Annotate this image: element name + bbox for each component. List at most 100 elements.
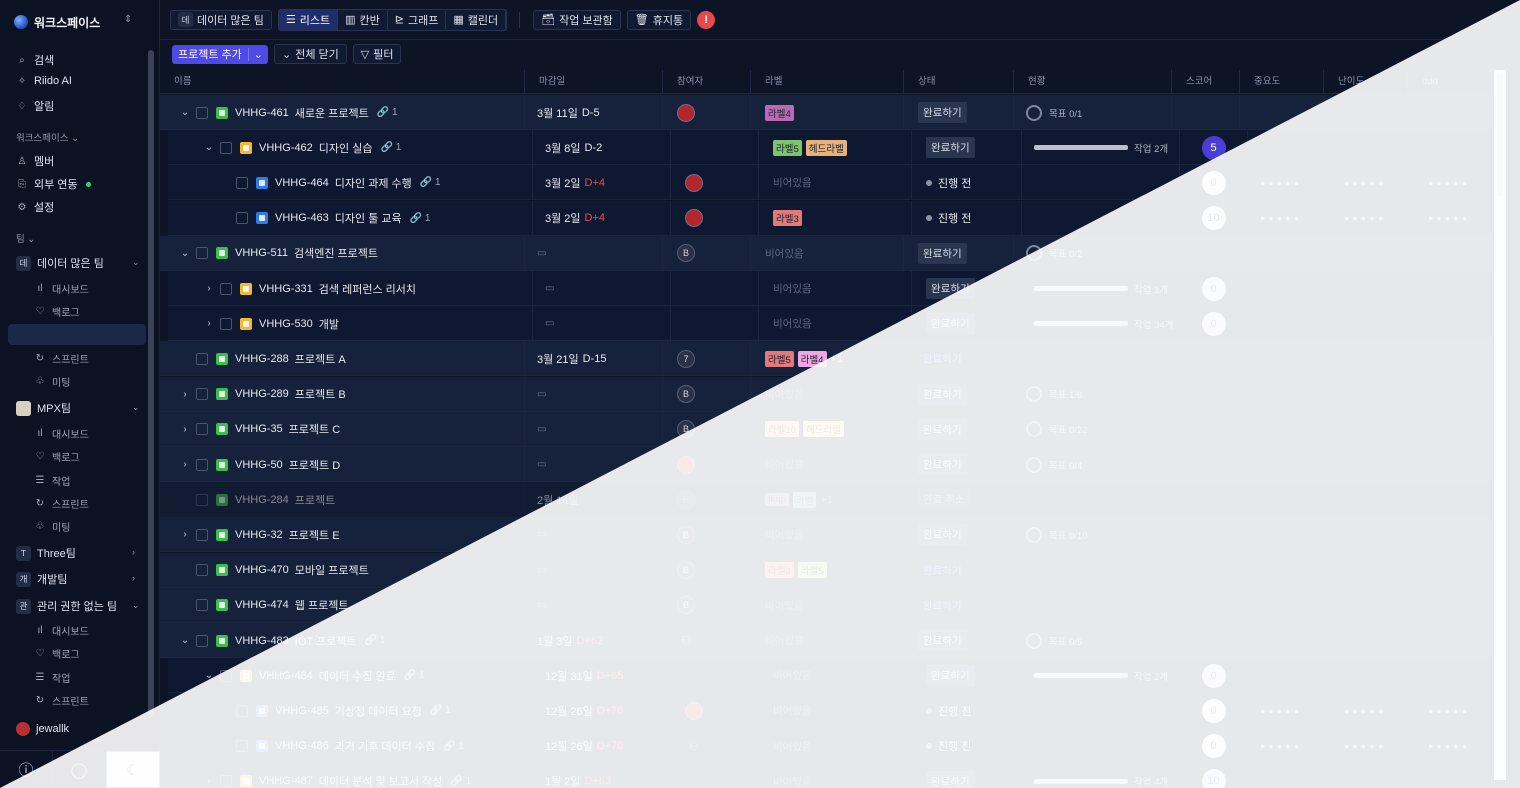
table-row[interactable]: VHHG-463 디자인 툴 교육 🔗 1 3월 2일 D+4 라벨3 진행 전 10 ●●●●…	[168, 200, 1492, 236]
status-cell[interactable]: 완료하기	[904, 587, 1014, 623]
rating-cell[interactable]: ●●●●●	[1416, 165, 1492, 200]
label-cell[interactable]: 라벨5 헤드라벨	[759, 130, 912, 166]
expand-chevron-icon[interactable]: ›	[178, 389, 192, 400]
label-cell[interactable]: 비어있음	[759, 658, 912, 694]
attendee-cell[interactable]	[671, 693, 759, 729]
task-title[interactable]: 웹 프로젝트	[295, 597, 349, 613]
rating-cell[interactable]	[1248, 271, 1332, 306]
name-cell[interactable]: › VHHG-289 프로젝트 B	[160, 376, 525, 412]
status-button[interactable]: 완료하기	[918, 102, 967, 123]
score-badge[interactable]: 0	[1201, 734, 1226, 759]
calendar-icon[interactable]: ▭	[537, 529, 546, 540]
attendee-cell[interactable]	[671, 130, 759, 166]
chevron-icon[interactable]: ›	[132, 573, 135, 583]
score-badge[interactable]: 5	[1201, 135, 1226, 160]
rating-cell[interactable]	[1240, 517, 1324, 553]
task-id[interactable]: VHHG-288	[235, 353, 289, 365]
status-text[interactable]: 진행 전	[938, 703, 971, 719]
attendee-cell[interactable]	[663, 447, 751, 482]
rating-cell[interactable]	[1240, 447, 1324, 482]
task-id[interactable]: VHHG-530	[259, 318, 313, 330]
rating-cell[interactable]	[1408, 482, 1492, 518]
task-title[interactable]: 기상청 데이터 요청	[335, 703, 422, 719]
due-cell[interactable]: ▭	[525, 517, 663, 553]
column-header[interactable]: 참여자	[663, 70, 751, 94]
chevron-icon[interactable]: ⌄	[132, 257, 140, 268]
name-cell[interactable]: ⌄ VHHG-483 IOT 프로젝트 🔗 1	[160, 623, 525, 658]
row-checkbox[interactable]	[220, 141, 232, 154]
column-header[interactable]: 상태	[904, 70, 1014, 94]
status-text[interactable]: 진행 전	[938, 738, 971, 754]
task-title[interactable]: 프로젝트 C	[289, 421, 340, 437]
task-id[interactable]: VHHG-50	[235, 459, 283, 471]
status-cell[interactable]: 진행 전	[912, 200, 1022, 236]
rating-cell[interactable]	[1416, 764, 1492, 788]
table-row[interactable]: › VHHG-487 데이터 분석 및 보고서 작성 🔗 1 1월 2일 D+63 비어있음…	[168, 763, 1492, 788]
name-cell[interactable]: VHHG-288 프로젝트 A	[160, 341, 525, 377]
rating-cell[interactable]	[1324, 235, 1408, 271]
row-checkbox[interactable]	[196, 106, 208, 119]
rating-cell[interactable]: ●●●●●	[1332, 693, 1416, 729]
row-checkbox[interactable]	[196, 564, 208, 577]
expand-chevron-icon[interactable]: ›	[202, 283, 216, 294]
task-title[interactable]: 개발	[319, 316, 339, 332]
calendar-icon[interactable]: ▭	[537, 565, 546, 576]
status-cell[interactable]: 완료하기	[912, 130, 1022, 166]
table-row[interactable]: › VHHG-35 프로젝트 C ▭ B 라벨10 헤드라벨 완료하기 목표 0/22	[160, 411, 1492, 447]
sidebar-section-team[interactable]: 팀 ⌄	[16, 231, 35, 245]
status-button[interactable]: 완료하기	[918, 630, 967, 651]
expand-chevron-icon[interactable]: ›	[202, 776, 216, 787]
label-cell[interactable]: 비어있음	[751, 587, 904, 623]
due-cell[interactable]: 2월 14일	[525, 482, 663, 518]
due-cell[interactable]: ▭	[525, 376, 663, 412]
rating-cell[interactable]	[1240, 376, 1324, 412]
sidebar-item-ws-2[interactable]: ⚙ 설정	[16, 199, 55, 215]
attendee-cell[interactable]: B	[663, 235, 751, 271]
sidebar-item-team1-4[interactable]: ♧ 미팅	[34, 374, 71, 389]
task-id[interactable]: VHHG-511	[235, 247, 288, 259]
rating-cell[interactable]	[1240, 411, 1324, 447]
row-checkbox[interactable]	[236, 212, 248, 225]
status-cell[interactable]: 완료하기	[904, 411, 1014, 447]
user-profile[interactable]: jewallk	[16, 722, 69, 736]
task-id[interactable]: VHHG-32	[235, 529, 283, 541]
table-row[interactable]: VHHG-485 기상청 데이터 요청 🔗 1 12월 26일 D+70 비어있음 진행 전…	[168, 693, 1492, 729]
calendar-icon[interactable]: ▭	[537, 389, 546, 400]
due-cell[interactable]: 3월 2일 D+4	[533, 165, 671, 201]
sidebar-item-team2-0[interactable]: ıl 대시보드	[34, 426, 89, 441]
status-button[interactable]: 완료하기	[926, 665, 975, 687]
status-text[interactable]: 진행 전	[938, 175, 971, 191]
row-checkbox[interactable]	[220, 775, 232, 788]
rating-cell[interactable]	[1248, 130, 1332, 166]
due-cell[interactable]: 3월 11일 D-5	[525, 95, 663, 130]
sidebar-section-workspace[interactable]: 워크스페이스 ⌄	[16, 130, 79, 144]
rating-cell[interactable]: ●●●●●	[1416, 201, 1492, 236]
rating-cell[interactable]	[1324, 95, 1408, 130]
task-title[interactable]: IOT 프로젝트	[295, 633, 357, 649]
avatar[interactable]	[685, 173, 703, 192]
status-button[interactable]: 완료 취소	[918, 489, 970, 511]
column-header[interactable]: 스코어	[1172, 70, 1240, 94]
rating-dots[interactable]: ●●●●●	[1344, 706, 1386, 716]
rating-cell[interactable]	[1248, 658, 1332, 694]
status-cell[interactable]: 진행 전	[912, 693, 1022, 729]
task-id[interactable]: VHHG-35	[235, 423, 283, 435]
name-cell[interactable]: VHHG-470 모바일 프로젝트	[160, 552, 525, 588]
avatar[interactable]	[685, 209, 703, 228]
score-cell[interactable]	[1172, 411, 1240, 447]
score-cell[interactable]: 0	[1180, 306, 1248, 342]
rating-cell[interactable]: ●●●●●	[1248, 200, 1332, 236]
status-cell[interactable]: 완료하기	[904, 447, 1014, 482]
rating-cell[interactable]	[1408, 235, 1492, 271]
expand-chevron-icon[interactable]: ⌄	[202, 670, 216, 681]
name-cell[interactable]: ⌄ VHHG-462 디자인 실습 🔗 1	[168, 130, 533, 166]
score-cell[interactable]	[1172, 376, 1240, 412]
rating-dots[interactable]: ●●●●●	[1260, 213, 1302, 223]
row-checkbox[interactable]	[236, 740, 248, 753]
table-row[interactable]: › VHHG-530 개발 ▭ 비어있음 완료하기 작업 34개 0	[168, 306, 1492, 342]
status-button[interactable]: 완료하기	[918, 595, 967, 616]
status-button[interactable]: 완료하기	[918, 383, 967, 405]
rating-cell[interactable]	[1240, 482, 1324, 518]
score-badge[interactable]: 0	[1201, 698, 1226, 723]
attendee-cell[interactable]	[671, 271, 759, 306]
